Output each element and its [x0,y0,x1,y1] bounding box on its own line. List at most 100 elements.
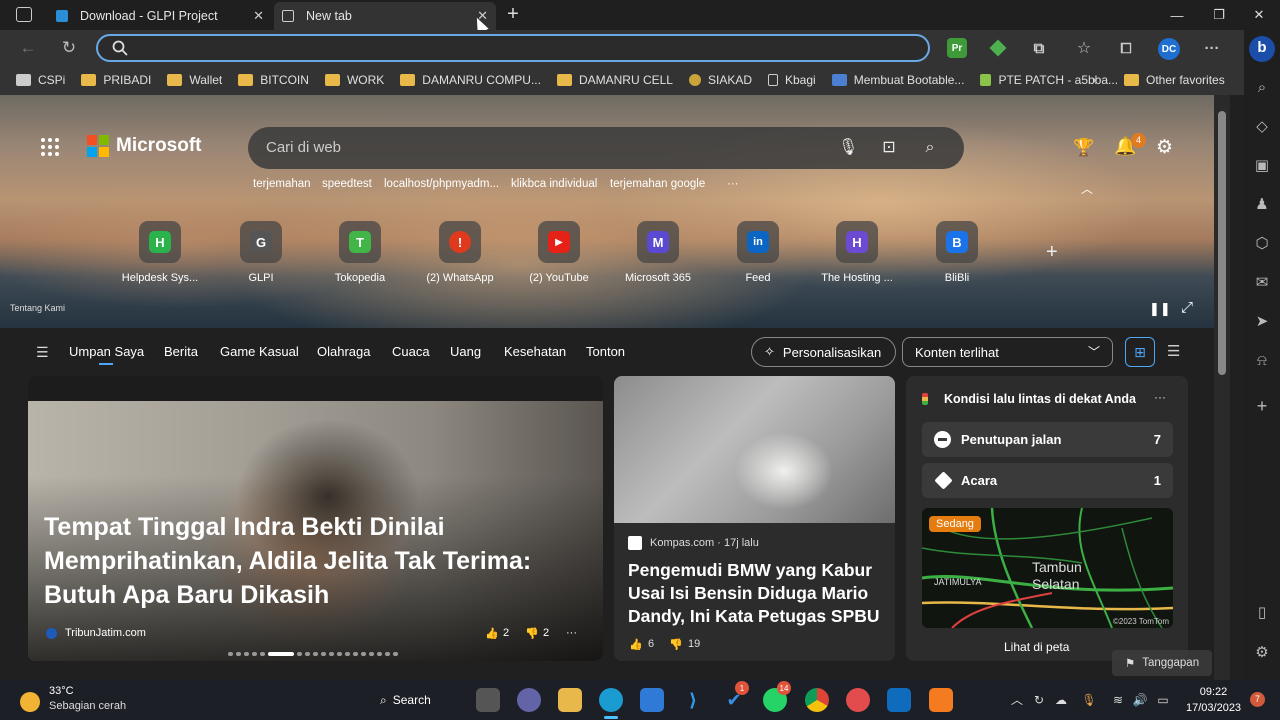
profile-avatar[interactable]: DC [1158,38,1180,60]
tab-actions-icon[interactable] [16,7,32,22]
address-input[interactable] [138,39,898,57]
feed-tab-cuaca[interactable]: Cuaca [392,344,430,359]
outlook-icon[interactable]: ✉ [1250,271,1274,295]
feed-tab-game-kasual[interactable]: Game Kasual [220,344,299,359]
content-visibility-select[interactable]: Konten terlihat ﹀ [902,337,1113,367]
system-clock[interactable]: 09:22 17/03/2023 [1186,684,1241,716]
bookmark-wallet[interactable]: Wallet [167,73,222,87]
bookmark-damanru-cell[interactable]: DAMANRU CELL [556,73,673,87]
task-view-icon[interactable] [476,688,500,712]
bookmarks-overflow-icon[interactable]: › [1092,72,1096,87]
tile-helpdesk[interactable]: H Helpdesk Sys... [120,221,200,284]
grid-view-icon[interactable]: ⊞ [1125,337,1155,367]
news-source[interactable]: TribunJatim.com [46,627,146,639]
expand-icon[interactable]: ⤢ [1181,299,1193,316]
news-source[interactable]: Kompas.com · 17j lalu [628,536,759,550]
tray-overflow-icon[interactable]: ︿ [1009,692,1025,708]
notification-center-badge[interactable]: 7 [1250,692,1265,707]
bookmark-pte-patch[interactable]: PTE PATCH - a5bba... [980,73,1118,87]
volume-icon[interactable]: 🔊 [1132,692,1148,708]
quick-link[interactable]: terjemahan google [610,178,705,190]
bookmark-bitcoin[interactable]: BITCOIN [238,73,309,87]
taskbar-search[interactable]: ⌕ Search [380,689,431,711]
close-window-button[interactable]: ✕ [1236,0,1280,30]
like-icon[interactable]: 👍 [485,627,499,640]
bookmark-pribadi[interactable]: PRIBADI [81,73,151,87]
bookmark-membuat-bootable[interactable]: Membuat Bootable... [831,73,964,87]
tools-icon[interactable]: ▣ [1250,154,1274,178]
new-tab-button[interactable]: + [502,3,524,25]
tile-tokopedia[interactable]: T Tokopedia [320,221,400,284]
anydesk-icon[interactable] [846,688,870,712]
xampp-icon[interactable] [929,688,953,712]
bookmark-cspi[interactable]: CSPi [16,73,65,87]
store-icon[interactable] [640,688,664,712]
traffic-map[interactable]: Sedang Tambun Selatan JATIMULYA ©2023 To… [922,508,1173,628]
about-image-link[interactable]: Tentang Kami [10,303,65,313]
games-icon[interactable]: ♟ [1250,193,1274,217]
chrome-icon[interactable] [805,688,829,712]
pause-icon[interactable]: ❚❚ [1149,301,1171,317]
list-view-icon[interactable]: ☰ [1167,342,1180,360]
traffic-row-events[interactable]: Acara 1 [922,463,1173,498]
search-icon[interactable]: ⌕ [1250,76,1274,100]
like-icon[interactable]: 👍 [629,638,643,651]
quick-link[interactable]: localhost/phpmyadm... [384,178,499,190]
feed-tab-kesehatan[interactable]: Kesehatan [504,344,566,359]
add-site-icon[interactable]: + [1046,241,1058,264]
bookmark-other-favorites[interactable]: Other favorites [1124,73,1225,87]
file-explorer-icon[interactable] [558,688,582,712]
news-card-second[interactable]: Kompas.com · 17j lalu Pengemudi BMW yang… [614,376,895,661]
rewards-icon[interactable]: 🏆 [1073,138,1094,158]
tile-feed[interactable]: in Feed [718,221,798,284]
personalize-button[interactable]: ✧ Personalisasikan [751,337,896,367]
onedrive-icon[interactable]: ☁ [1053,692,1069,708]
send-icon[interactable]: ➤ [1250,310,1274,334]
refresh-icon[interactable]: ↻ [57,36,81,60]
outlook-icon[interactable] [887,688,911,712]
sync-icon[interactable]: ↻ [1031,692,1047,708]
bookmark-damanru-compu[interactable]: DAMANRU COMPU... [400,73,541,87]
tile-hosting[interactable]: H The Hosting ... [817,221,897,284]
feed-tab-tonton[interactable]: Tonton [586,344,625,359]
bookmark-kbagi[interactable]: Kbagi [768,73,816,87]
bookmark-siakad[interactable]: SIAKAD [688,73,752,87]
bookmark-work[interactable]: WORK [324,73,384,87]
dislike-icon[interactable]: 👎 [525,627,539,640]
feed-tab-umpan-saya[interactable]: Umpan Saya [69,344,144,365]
microphone-icon[interactable]: 🎙 [838,138,858,158]
quick-link[interactable]: terjemahan [253,178,311,190]
address-bar[interactable] [96,34,930,62]
traffic-card[interactable]: Kondisi lalu lintas di dekat Anda ··· Pe… [906,376,1188,661]
teams-chat-icon[interactable] [517,688,541,712]
extension-pr-icon[interactable]: Pr [947,38,967,58]
bing-icon[interactable]: b [1249,36,1275,62]
shopping-tag-icon[interactable]: ◇ [1250,115,1274,139]
dislike-icon[interactable]: 👎 [669,638,683,651]
collapse-chevron-icon[interactable]: ︿ [1081,180,1093,197]
more-options-icon[interactable]: ··· [566,627,577,639]
quick-link[interactable]: klikbca individual [511,178,597,190]
news-title[interactable]: Tempat Tinggal Indra Bekti Dinilai Mempr… [44,510,564,612]
notification-bell-icon[interactable]: ⍾ [1250,349,1274,373]
feed-tab-uang[interactable]: Uang [450,344,481,359]
start-windows-icon[interactable] [334,688,358,712]
carousel-indicator[interactable] [228,652,398,656]
settings-more-icon[interactable]: ··· [1202,38,1222,58]
collections-icon[interactable]: ⧠ [1116,38,1136,58]
sidebar-settings-icon[interactable]: ⚙ [1250,641,1274,665]
add-sidebar-icon[interactable]: + [1250,394,1274,418]
scrollbar-thumb[interactable] [1218,111,1226,375]
minimize-button[interactable]: — [1154,0,1200,30]
tile-youtube[interactable]: ▶ (2) YouTube [519,221,599,284]
close-tab-icon[interactable]: ✕ [253,8,264,24]
view-on-map-link[interactable]: Lihat di peta [1004,640,1069,654]
tile-glpi[interactable]: G GLPI [221,221,301,284]
app-launcher-icon[interactable] [41,138,59,156]
page-settings-icon[interactable]: ⚙ [1156,136,1173,159]
news-card-main[interactable]: Tempat Tinggal Indra Bekti Dinilai Mempr… [28,376,603,661]
tile-blibli[interactable]: B BliBli [917,221,997,284]
microsoft365-icon[interactable]: ⬡ [1250,232,1274,256]
microphone-icon[interactable]: 🎙 [1081,692,1097,708]
split-screen-icon[interactable]: ▯ [1250,601,1274,625]
